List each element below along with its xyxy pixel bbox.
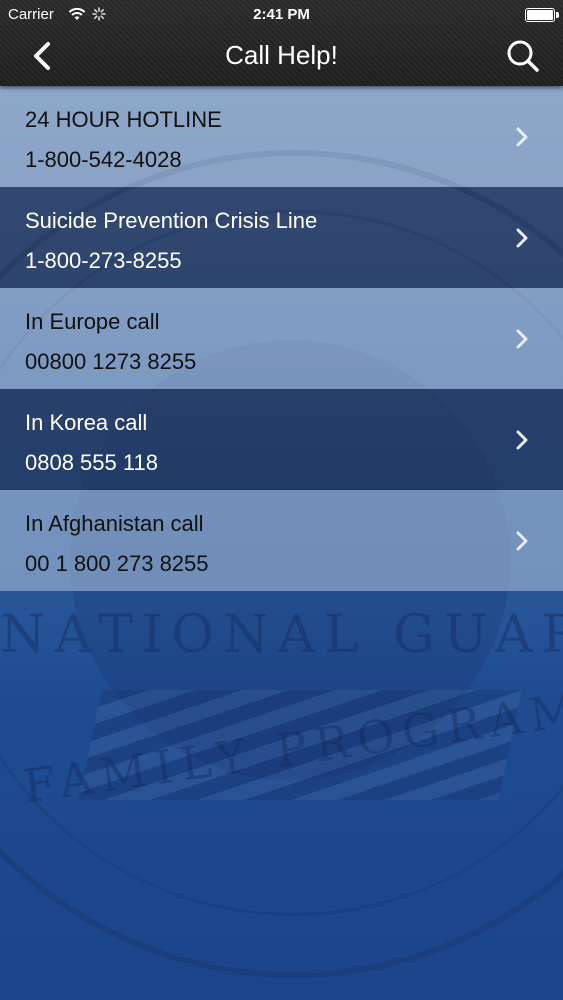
- hotline-title: In Afghanistan call: [25, 511, 204, 536]
- hotline-number: 1-800-273-8255: [25, 248, 182, 273]
- hotline-title: Suicide Prevention Crisis Line: [25, 208, 318, 233]
- hotline-row-suicide-prevention[interactable]: Suicide Prevention Crisis Line 1-800-273…: [0, 187, 563, 288]
- hotline-number: 0808 555 118: [25, 450, 158, 475]
- hotline-number: 1-800-542-4028: [25, 147, 182, 172]
- chevron-right-icon: [516, 127, 528, 147]
- navigation-header: Carrier 2:41 PM Call Help!: [0, 0, 563, 86]
- hotline-number: 00800 1273 8255: [25, 349, 197, 374]
- hotline-title: In Europe call: [25, 309, 160, 334]
- status-time: 2:41 PM: [253, 6, 310, 23]
- hotline-title: 24 HOUR HOTLINE: [25, 107, 222, 132]
- hotline-row-korea[interactable]: In Korea call 0808 555 118: [0, 389, 563, 490]
- hotline-row-afghanistan[interactable]: In Afghanistan call 00 1 800 273 8255: [0, 490, 563, 591]
- hotline-number: 00 1 800 273 8255: [25, 551, 209, 576]
- hotline-list: 24 HOUR HOTLINE 1-800-542-4028 Suicide P…: [0, 86, 563, 591]
- chevron-right-icon: [516, 430, 528, 450]
- search-icon: [507, 40, 539, 72]
- status-bar: Carrier 2:41 PM: [0, 0, 563, 30]
- hotline-title: In Korea call: [25, 410, 148, 435]
- app-screen: NATIONAL GUARD FAMILY PROGRAM Carrier: [0, 0, 563, 1000]
- watermark-text-top: NATIONAL GUARD: [0, 605, 563, 665]
- seal-flag-stripes: [78, 690, 522, 800]
- hotline-row-europe[interactable]: In Europe call 00800 1273 8255: [0, 288, 563, 389]
- search-button[interactable]: [503, 36, 543, 76]
- watermark-text-bottom: FAMILY PROGRAM: [20, 681, 563, 814]
- chevron-right-icon: [516, 228, 528, 248]
- page-title: Call Help!: [225, 40, 338, 70]
- chevron-right-icon: [516, 531, 528, 551]
- hotline-row-24-hour[interactable]: 24 HOUR HOTLINE 1-800-542-4028: [0, 86, 563, 187]
- chevron-right-icon: [516, 329, 528, 349]
- battery-icon: [525, 8, 559, 22]
